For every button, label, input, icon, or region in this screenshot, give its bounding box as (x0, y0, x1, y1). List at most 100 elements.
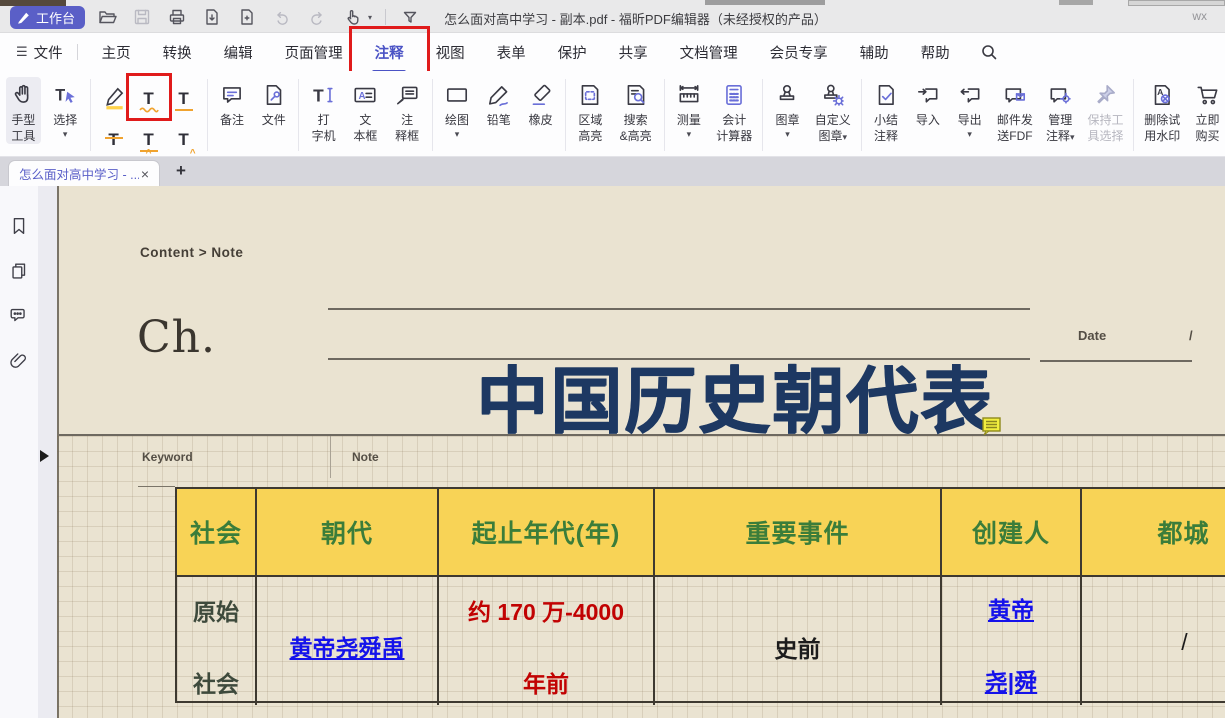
search-highlight-tool[interactable]: 搜索 &高亮 (615, 77, 657, 144)
menu-item-protect[interactable]: 保护 (542, 33, 603, 72)
sidebar-expand-arrow[interactable] (40, 450, 49, 462)
typewriter-tool[interactable]: T 打 字机 (306, 77, 341, 144)
calculator-icon (721, 79, 747, 111)
tool-label: 打 字机 (312, 113, 336, 144)
header-cell-period: 起止年代(年) (439, 489, 655, 577)
quill-icon (17, 11, 31, 25)
tool-label: 区域 高亮 (578, 113, 602, 144)
date-line (1040, 360, 1192, 362)
bookmarks-panel-icon[interactable] (7, 214, 31, 238)
strikeout-tool[interactable]: T (98, 120, 130, 158)
note-tool[interactable]: 备注 (215, 77, 250, 129)
menu-item-page-manage[interactable]: 页面管理 (269, 33, 359, 72)
menu-item-membership[interactable]: 会员专享 (754, 33, 844, 72)
area-highlight-tool[interactable]: 区域 高亮 (573, 77, 608, 144)
menu-item-form[interactable]: 表单 (481, 33, 542, 72)
cell-society: 原始 社会 (177, 577, 257, 705)
undo-icon[interactable] (271, 6, 293, 28)
tool-label: 小结 注释 (874, 113, 898, 144)
menu-item-help[interactable]: 帮助 (905, 33, 966, 72)
callout-tool[interactable]: 注 释框 (390, 77, 425, 144)
tab-close-icon[interactable]: × (139, 166, 151, 182)
sticky-note-annotation-icon[interactable] (981, 416, 1004, 444)
custom-stamp-tool[interactable]: 自定义 图章▾ (812, 77, 854, 144)
menu-item-edit[interactable]: 编辑 (208, 33, 269, 72)
calculator-tool[interactable]: 会计 计算器 (713, 77, 755, 144)
export-comments-tool[interactable]: 导出 ▾ (952, 77, 987, 139)
signature-hand-icon[interactable] (341, 6, 363, 28)
redo-icon[interactable] (306, 6, 328, 28)
menu-item-convert[interactable]: 转换 (147, 33, 208, 72)
select-tool[interactable]: T 选择 ▾ (48, 77, 83, 139)
file-pin-icon (261, 79, 287, 111)
file-attachment-tool[interactable]: 文件 (256, 77, 291, 129)
founder-link[interactable]: 尧|舜 (942, 663, 1080, 697)
manage-comments-tool[interactable]: 管理 注释▾ (1043, 77, 1078, 144)
document-tab[interactable]: 怎么面对高中学习 - ... × (8, 160, 160, 186)
pages-panel-icon[interactable] (7, 259, 31, 283)
funnel-icon[interactable] (399, 6, 421, 28)
menu-item-comment[interactable]: 注释 (359, 33, 420, 72)
menu-item-home[interactable]: 主页 (86, 33, 147, 72)
date-label: Date (1078, 328, 1106, 343)
print-icon[interactable] (166, 6, 188, 28)
pencil-icon (486, 79, 512, 111)
open-file-icon[interactable] (96, 6, 118, 28)
page-title: 中国历史朝代表 (440, 342, 1030, 447)
tool-label: 立即 购买 (1196, 113, 1220, 144)
cell-period: 约 170 万-4000 年前 (439, 577, 655, 705)
remove-watermark-icon: A (1149, 79, 1175, 111)
new-tab-button[interactable]: + (172, 161, 190, 181)
highlighter-icon (101, 85, 127, 111)
pencil-tool[interactable]: 铅笔 (481, 77, 516, 129)
menu-label: 主页 (102, 46, 131, 62)
pushpin-icon (1092, 79, 1118, 111)
menu-file[interactable]: ☰ 文件 (0, 42, 77, 63)
drawing-tool[interactable]: 绘图 ▾ (440, 77, 475, 139)
underline-tool[interactable]: T (168, 79, 200, 117)
summarize-comments-tool[interactable]: 小结 注释 (869, 77, 904, 144)
extract-page-icon[interactable] (201, 6, 223, 28)
dynasty-table: 社会 朝代 起止年代(年) 重要事件 创建人 都城 原始 社会 黄帝尧舜禹 约 … (175, 487, 1225, 703)
import-comments-tool[interactable]: 导入 (910, 77, 945, 129)
measure-tool[interactable]: 测量 ▾ (672, 77, 707, 139)
founder-link[interactable]: 黄帝 (942, 591, 1080, 625)
menu-item-doc-manage[interactable]: 文档管理 (664, 33, 754, 72)
header-cell-founder: 创建人 (942, 489, 1082, 577)
menu-item-accessibility[interactable]: 辅助 (844, 33, 905, 72)
attachments-panel-icon[interactable] (7, 349, 31, 373)
menu-label: 帮助 (921, 46, 950, 62)
hand-tool[interactable]: 手型 工具 (6, 77, 41, 144)
tool-label: 自定义 图章▾ (815, 113, 851, 144)
highlight-tool[interactable] (98, 79, 130, 117)
tool-label: 管理 注释▾ (1046, 113, 1075, 144)
tool-label: 备注 (220, 113, 244, 129)
eraser-tool[interactable]: 橡皮 (523, 77, 558, 129)
save-icon[interactable] (131, 6, 153, 28)
stamp-tool[interactable]: 图章 ▾ (770, 77, 805, 139)
divider (1133, 79, 1134, 151)
replace-text-tool[interactable]: T^ (133, 120, 165, 158)
divider (207, 79, 208, 151)
tool-label-text: 管理 注释 (1046, 113, 1072, 143)
search-icon[interactable] (976, 39, 1002, 65)
textbox-tool[interactable]: A 文 本框 (348, 77, 383, 144)
buy-now-button[interactable]: 立即 购买 (1190, 77, 1225, 144)
workspace-button[interactable]: 工作台 (10, 6, 85, 29)
squiggly-underline-tool[interactable]: T (133, 79, 165, 117)
remove-watermark-button[interactable]: A 删除试 用水印 (1141, 77, 1183, 144)
new-page-icon[interactable] (236, 6, 258, 28)
area-highlight-icon (577, 79, 603, 111)
divider (298, 79, 299, 151)
note-bubble-icon (219, 79, 245, 111)
dropdown-caret: ▾ (843, 132, 848, 142)
menu-item-view[interactable]: 视图 (420, 33, 481, 72)
menu-item-share[interactable]: 共享 (603, 33, 664, 72)
dynasty-link[interactable]: 黄帝尧舜禹 (257, 629, 437, 663)
insert-text-tool[interactable]: T^ (168, 120, 200, 158)
email-fdf-tool[interactable]: 邮件发 送FDF (994, 77, 1036, 144)
tool-label: 选择 (53, 113, 77, 129)
cell-text: 社会 (177, 665, 255, 699)
menu-label: 文档管理 (680, 46, 738, 62)
comments-panel-icon[interactable] (7, 303, 31, 327)
